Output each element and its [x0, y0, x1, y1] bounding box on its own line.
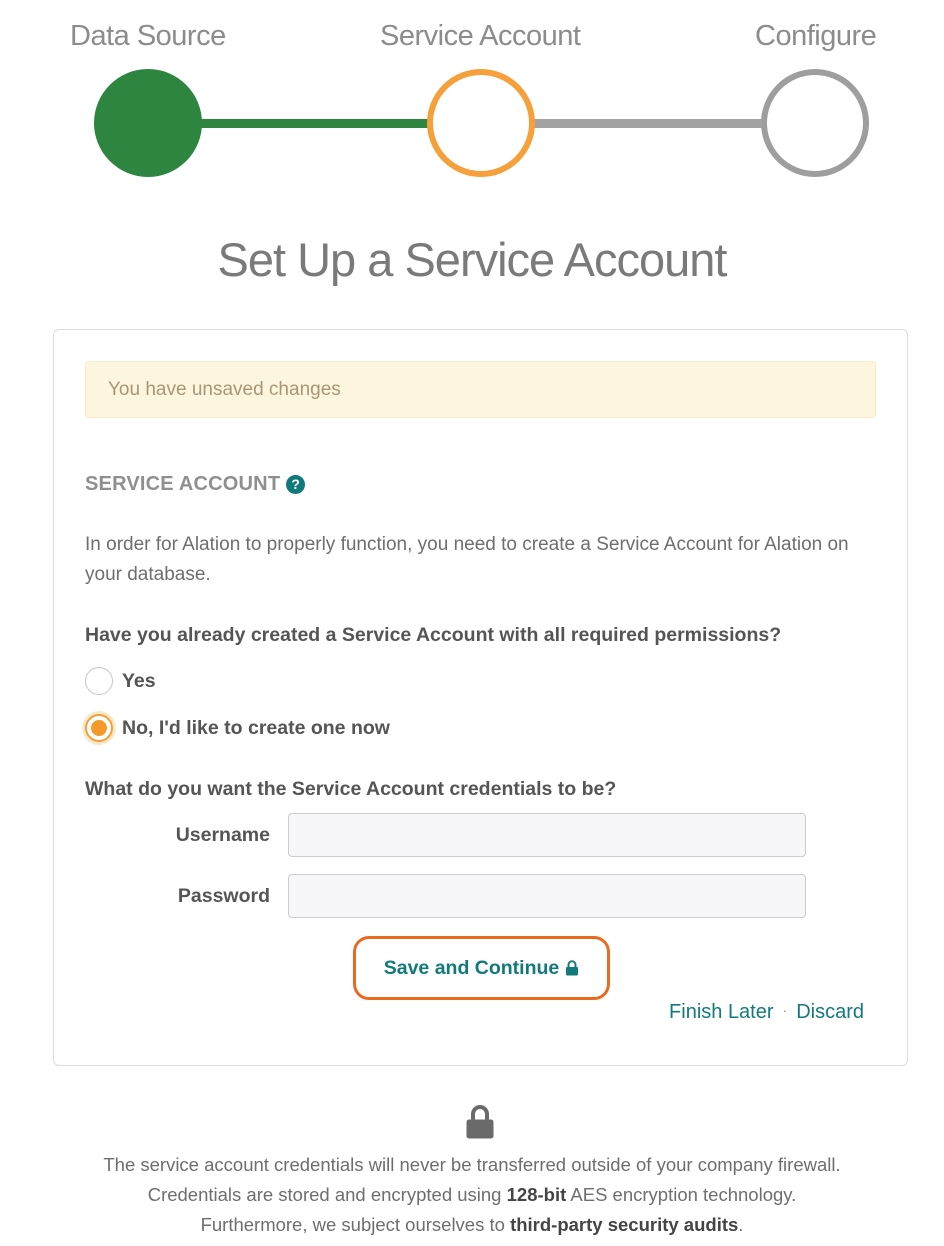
service-account-card: You have unsaved changes SERVICE ACCOUNT…: [53, 329, 908, 1066]
radio-label-create-now[interactable]: No, I'd like to create one now: [122, 717, 390, 740]
username-input[interactable]: [288, 813, 806, 857]
save-and-continue-button[interactable]: Save and Continue: [353, 936, 610, 1000]
footer-line-2-text: Credentials are stored and encrypted usi…: [147, 1184, 507, 1205]
radio-option-yes[interactable]: Yes: [85, 665, 156, 697]
password-input[interactable]: [288, 874, 806, 918]
footer-line-2-tail: AES encryption technology.: [566, 1184, 797, 1205]
password-label: Password: [177, 885, 270, 907]
footer-encryption-strength: 128-bit: [506, 1184, 567, 1205]
save-and-continue-label: Save and Continue: [383, 956, 560, 979]
step-circle-configure: [761, 69, 869, 177]
question-circle-icon[interactable]: ?: [286, 475, 306, 494]
finish-later-link[interactable]: Finish Later: [669, 1001, 774, 1023]
secondary-actions: Finish Later · Discard: [669, 1001, 864, 1024]
unsaved-changes-alert: You have unsaved changes: [85, 361, 876, 418]
section-heading: SERVICE ACCOUNT?: [85, 473, 306, 496]
step-connector-complete: [190, 119, 440, 128]
footer-line-1: The service account credentials will nev…: [103, 1154, 841, 1175]
section-description: In order for Alation to properly functio…: [85, 534, 849, 585]
footer-line-3-tail: .: [738, 1214, 744, 1235]
radio-label-yes[interactable]: Yes: [122, 670, 156, 693]
footer-security-audits: third-party security audits: [510, 1214, 739, 1235]
footer-line-3: Furthermore, we subject ourselves to thi…: [0, 1210, 944, 1240]
step-connector-upcoming: [525, 119, 770, 128]
radio-button-yes[interactable]: [85, 667, 113, 695]
credentials-question: What do you want the Service Account cre…: [85, 778, 617, 800]
existing-account-question: Have you already created a Service Accou…: [85, 624, 782, 646]
footer-line-2: Credentials are stored and encrypted usi…: [0, 1180, 944, 1210]
lock-icon: [566, 960, 579, 976]
page-title: Set Up a Service Account: [217, 233, 728, 286]
step-label-service-account: Service Account: [380, 20, 581, 52]
discard-link[interactable]: Discard: [796, 1001, 864, 1023]
footer-line-3-text: Furthermore, we subject ourselves to: [200, 1214, 511, 1235]
step-label-configure: Configure: [755, 20, 877, 52]
radio-option-create-now[interactable]: No, I'd like to create one now: [85, 712, 390, 744]
username-label: Username: [175, 824, 270, 846]
link-separator: ·: [782, 1002, 788, 1018]
radio-button-create-now[interactable]: [85, 714, 113, 742]
step-circle-data-source: [94, 69, 202, 177]
step-label-data-source: Data Source: [70, 20, 226, 52]
lock-icon: [466, 1105, 494, 1139]
step-circle-service-account: [427, 69, 535, 177]
section-heading-text: SERVICE ACCOUNT: [85, 473, 281, 495]
